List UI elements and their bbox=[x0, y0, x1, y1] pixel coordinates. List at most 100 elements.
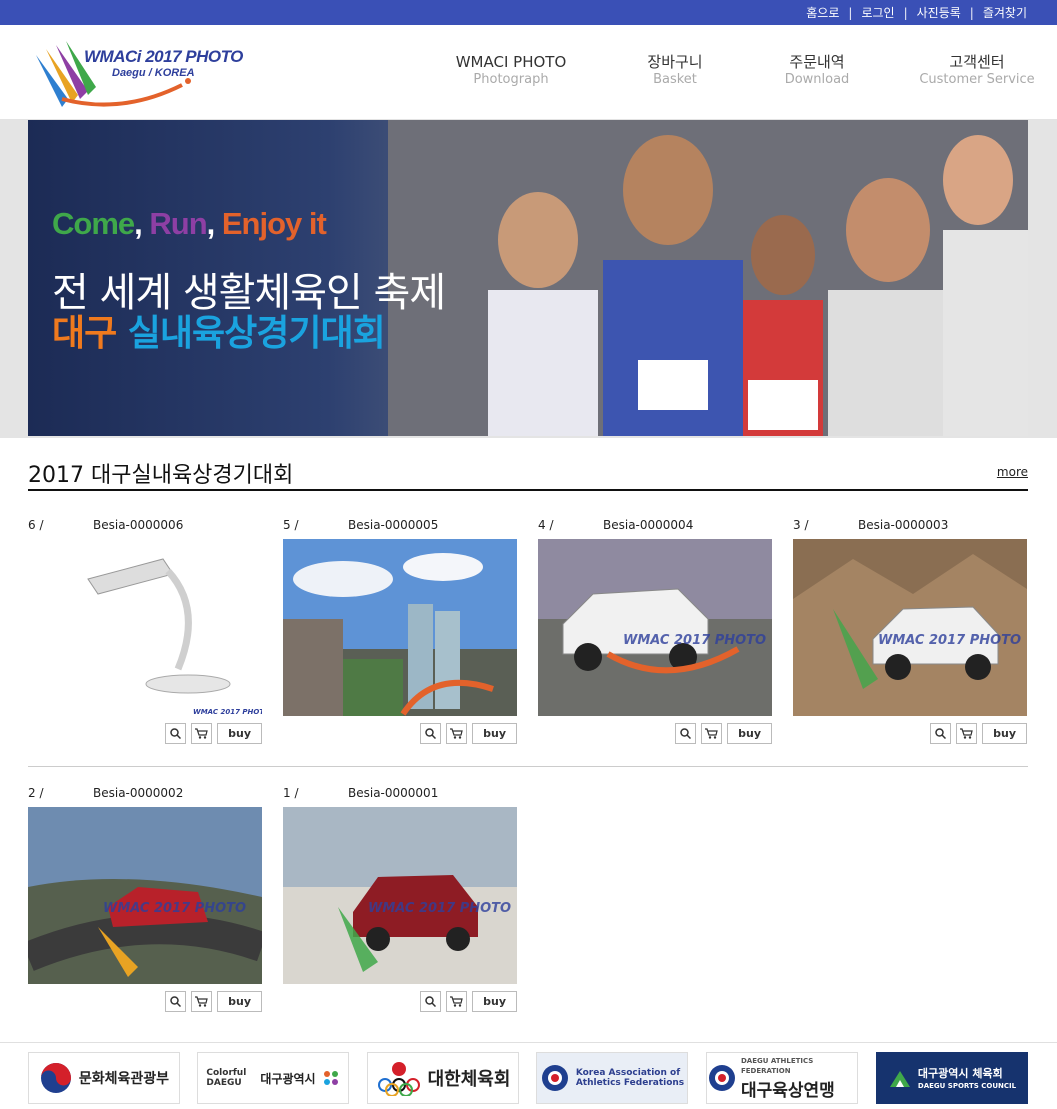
card-meta: 6 / Besia-0000006 bbox=[28, 518, 262, 534]
card-meta: 4 / Besia-0000004 bbox=[538, 518, 772, 534]
nav-sublabel: Photograph bbox=[473, 72, 549, 87]
buy-button[interactable]: buy bbox=[217, 723, 262, 744]
add-to-cart-button[interactable] bbox=[446, 723, 468, 744]
search-icon bbox=[680, 728, 692, 739]
colorful-dots-icon bbox=[323, 1071, 338, 1085]
buy-button[interactable]: buy bbox=[472, 723, 517, 744]
site-header: WMACi 2017 PHOTO Daegu / KOREA WMACI PHO… bbox=[0, 25, 1057, 120]
nav-sublabel: Customer Service bbox=[919, 72, 1035, 87]
card-actions: buy bbox=[930, 723, 1027, 744]
svg-text:WMAC 2017 PHOTO: WMAC 2017 PHOTO bbox=[103, 901, 246, 916]
add-to-cart-button[interactable] bbox=[191, 723, 213, 744]
photo-thumbnail-salt-flat-car[interactable]: WMAC 2017 PHOTO bbox=[283, 807, 517, 984]
suv-image: WMAC 2017 PHOTO bbox=[538, 539, 772, 716]
nav-label: 장바구니 bbox=[647, 53, 703, 71]
nav-download[interactable]: 주문내역 Download bbox=[747, 53, 887, 89]
zoom-button[interactable] bbox=[675, 723, 697, 744]
partner-logo-mcst[interactable]: 문화체육관광부 bbox=[28, 1052, 180, 1104]
tagline-run: Run bbox=[149, 206, 207, 241]
partner-logo-daegu-sports-council[interactable]: 대구광역시 체육회 DAEGU SPORTS COUNCIL bbox=[876, 1052, 1028, 1104]
hero-subheading-city: 대구 bbox=[52, 313, 117, 354]
search-icon bbox=[170, 996, 182, 1007]
partner-logo-daegu-city[interactable]: Colorful DAEGU 대구광역시 bbox=[197, 1052, 349, 1104]
hero-subheading-event: 실내육상경기대회 bbox=[116, 313, 386, 354]
nav-label: 주문내역 bbox=[789, 53, 845, 71]
partner-name: 대구광역시 bbox=[260, 1071, 316, 1086]
photo-register-link[interactable]: 사진등록 bbox=[917, 4, 961, 21]
photo-thumbnail-suv[interactable]: WMAC 2017 PHOTO bbox=[538, 539, 772, 716]
partner-logo-daegu-athletics[interactable]: DAEGU ATHLETICS FEDERATION 대구육상연맹 bbox=[706, 1052, 858, 1104]
card-number: 4 / bbox=[538, 518, 554, 532]
add-to-cart-button[interactable] bbox=[191, 991, 213, 1012]
home-link[interactable]: 홈으로 bbox=[806, 4, 839, 21]
top-utility-bar: 홈으로 | 로그인 | 사진등록 | 즐겨찾기 bbox=[0, 0, 1057, 25]
card-code: Besia-0000006 bbox=[93, 518, 184, 532]
partner-name: 대구광역시 체육회 bbox=[917, 1067, 1003, 1080]
card-actions: buy bbox=[165, 991, 262, 1012]
tagline-comma: , bbox=[134, 206, 150, 241]
partner-logo-kaaf[interactable]: Korea Association of Athletics Federatio… bbox=[536, 1052, 688, 1104]
nav-sublabel: Download bbox=[784, 72, 850, 87]
add-to-cart-button[interactable] bbox=[446, 991, 468, 1012]
more-link[interactable]: more bbox=[997, 465, 1028, 479]
search-icon bbox=[935, 728, 947, 739]
hero-banner: Come, Run, Enjoy it 전 세계 생활체육인 축제 대구 실내육… bbox=[28, 120, 1028, 436]
nav-label: WMACI PHOTO bbox=[455, 53, 567, 71]
zoom-button[interactable] bbox=[165, 723, 187, 744]
photo-card: 6 / Besia-0000006 WMAC 2017 PHOTO buy bbox=[28, 518, 262, 748]
svg-text:WMAC 2017 PHOTO: WMAC 2017 PHOTO bbox=[368, 901, 511, 916]
card-actions: buy bbox=[675, 723, 772, 744]
zoom-button[interactable] bbox=[420, 723, 442, 744]
hero-section: Come, Run, Enjoy it 전 세계 생활체육인 축제 대구 실내육… bbox=[0, 120, 1057, 438]
photo-card: 2 / Besia-0000002 WMAC 2017 PHOTO buy bbox=[28, 786, 262, 1016]
buy-button[interactable]: buy bbox=[217, 991, 262, 1012]
kaaf-emblem-icon bbox=[541, 1065, 568, 1091]
photo-thumbnail-lamp[interactable]: WMAC 2017 PHOTO bbox=[28, 539, 262, 716]
separator: | bbox=[903, 5, 908, 20]
city-image bbox=[283, 539, 517, 716]
card-actions: buy bbox=[420, 723, 517, 744]
separator: | bbox=[848, 5, 853, 20]
card-meta: 3 / Besia-0000003 bbox=[793, 518, 1027, 534]
cart-icon bbox=[450, 728, 463, 739]
nav-basket[interactable]: 장바구니 Basket bbox=[605, 53, 745, 89]
buy-button[interactable]: buy bbox=[982, 723, 1027, 744]
card-number: 5 / bbox=[283, 518, 299, 532]
partner-logo-ksoc[interactable]: 대한체육회 bbox=[367, 1052, 519, 1104]
zoom-button[interactable] bbox=[420, 991, 442, 1012]
photo-card: 3 / Besia-0000003 WMAC 2017 PHOTO buy bbox=[793, 518, 1027, 748]
photo-thumbnail-desert-suv[interactable]: WMAC 2017 PHOTO bbox=[793, 539, 1027, 716]
login-link[interactable]: 로그인 bbox=[861, 4, 894, 21]
nav-photograph[interactable]: WMACI PHOTO Photograph bbox=[441, 53, 581, 89]
partner-slogan: DAEGU ATHLETICS FEDERATION bbox=[740, 1056, 814, 1075]
photo-card: 5 / Besia-0000005 buy bbox=[283, 518, 517, 748]
partner-name-block: 대구광역시 체육회 DAEGU SPORTS COUNCIL bbox=[918, 1065, 1016, 1091]
main-nav: WMACI PHOTO Photograph 장바구니 Basket 주문내역 … bbox=[0, 53, 1057, 93]
tagline-enjoy: Enjoy it bbox=[221, 206, 327, 241]
zoom-button[interactable] bbox=[930, 723, 952, 744]
road-car-image: WMAC 2017 PHOTO bbox=[28, 807, 262, 984]
nav-label: 고객센터 bbox=[949, 53, 1005, 71]
daegu-athletics-emblem-icon bbox=[709, 1065, 735, 1091]
section-title: 2017 대구실내육상경기대회 bbox=[28, 463, 294, 488]
partner-name: 대구육상연맹 bbox=[740, 1080, 835, 1101]
card-meta: 5 / Besia-0000005 bbox=[283, 518, 517, 534]
separator: | bbox=[969, 5, 974, 20]
add-to-cart-button[interactable] bbox=[701, 723, 723, 744]
photo-thumbnail-road-car[interactable]: WMAC 2017 PHOTO bbox=[28, 807, 262, 984]
buy-button[interactable]: buy bbox=[472, 991, 517, 1012]
card-number: 6 / bbox=[28, 518, 44, 532]
svg-text:WMAC 2017 PHOTO: WMAC 2017 PHOTO bbox=[623, 633, 766, 648]
partner-slogan: DAEGU SPORTS COUNCIL bbox=[917, 1082, 1017, 1090]
bookmark-link[interactable]: 즐겨찾기 bbox=[983, 4, 1027, 21]
buy-button[interactable]: buy bbox=[727, 723, 772, 744]
svg-text:WMAC 2017 PHOTO: WMAC 2017 PHOTO bbox=[193, 708, 262, 716]
card-code: Besia-0000005 bbox=[348, 518, 439, 532]
photo-thumbnail-city[interactable] bbox=[283, 539, 517, 716]
cart-icon bbox=[195, 728, 208, 739]
partner-name: 대한체육회 bbox=[427, 1069, 511, 1090]
card-number: 2 / bbox=[28, 786, 44, 800]
nav-customer-service[interactable]: 고객센터 Customer Service bbox=[907, 53, 1047, 89]
zoom-button[interactable] bbox=[165, 991, 187, 1012]
add-to-cart-button[interactable] bbox=[956, 723, 978, 744]
